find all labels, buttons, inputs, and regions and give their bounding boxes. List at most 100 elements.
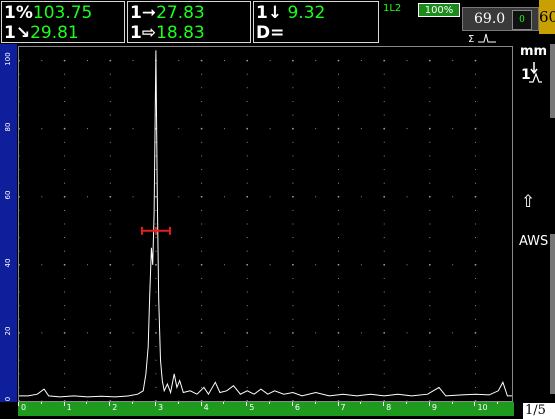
grid-dot	[337, 128, 340, 130]
grid-dot	[155, 250, 157, 252]
x-tick	[246, 402, 248, 406]
grid-dot	[337, 182, 340, 184]
grid-dot	[429, 264, 431, 266]
page-indicator[interactable]: 1/5	[523, 403, 555, 419]
grid-dot	[452, 264, 454, 266]
aws-mode-label[interactable]: AWS	[519, 234, 548, 249]
grid-dot	[201, 291, 203, 293]
grid-dot	[383, 359, 385, 361]
x-tick	[428, 402, 430, 406]
grid-dot	[155, 345, 157, 348]
reading-symbol: 1➞	[130, 3, 157, 23]
grid-dot	[246, 237, 248, 239]
gain-control[interactable]: 69.0 0	[462, 7, 539, 31]
grid-dot	[109, 237, 111, 239]
x-tick	[291, 402, 293, 406]
grid-dot	[246, 332, 248, 334]
gain-step-box[interactable]: 60	[539, 0, 555, 34]
x-minor-tick	[406, 402, 407, 404]
grid-dot	[201, 73, 203, 75]
x-tick-label: 1	[66, 403, 72, 412]
grid-dot	[223, 196, 225, 198]
grid-dot	[292, 318, 294, 320]
grid-dot	[292, 182, 294, 184]
grid-dot	[474, 60, 477, 62]
grid-dot	[474, 155, 477, 157]
grid-dot	[64, 373, 66, 375]
grid-dot	[337, 291, 340, 293]
grid-dot	[64, 60, 66, 62]
grid-dot	[64, 332, 66, 334]
grid-dot	[292, 100, 294, 103]
grid-dot	[109, 168, 111, 171]
grid-dot	[19, 168, 20, 171]
reading-box-2: 1➞27.83 1⇨18.83	[127, 1, 251, 43]
reading-d: D=	[256, 23, 284, 43]
grid-dot	[201, 345, 203, 348]
grid-dot	[246, 60, 248, 62]
probe-depth-icon[interactable]: 1	[521, 60, 543, 92]
reading-depth: 1↓ 9.32	[256, 3, 325, 23]
grid-dot	[201, 87, 203, 89]
grid-dot	[132, 400, 134, 401]
grid-dot	[109, 318, 111, 320]
grid-dot	[337, 318, 340, 320]
grid-dot	[315, 196, 317, 198]
gain-step-value: 60	[539, 8, 555, 26]
reading-symbol: 1↓	[256, 3, 283, 23]
grid-dot	[474, 359, 477, 361]
grid-dot	[19, 291, 20, 293]
grid-dot	[109, 100, 111, 103]
x-tick-label: 4	[203, 403, 209, 412]
grid-dot	[383, 128, 385, 130]
grid-dot	[474, 87, 477, 89]
grid-dot	[19, 209, 20, 211]
up-arrow-icon[interactable]: ⇧	[521, 192, 535, 212]
grid-dot	[383, 386, 385, 388]
grid-dot	[19, 155, 20, 157]
grid-dot	[246, 291, 248, 293]
a-scan-display[interactable]	[18, 46, 513, 402]
grid-dot	[155, 155, 157, 157]
grid-dot	[64, 223, 66, 225]
grid-dot	[201, 359, 203, 361]
grid-dot	[383, 373, 385, 375]
grid-dot	[246, 87, 248, 89]
grid-dot	[292, 305, 294, 307]
grid-dot	[64, 114, 66, 116]
grid-dot	[360, 264, 362, 266]
grid-dot	[201, 168, 203, 171]
grid-dot	[383, 209, 385, 211]
grid-dot	[155, 209, 157, 211]
grid-dot	[109, 250, 111, 252]
grid-dot	[19, 277, 20, 280]
grid-dot	[292, 291, 294, 293]
grid-dot	[246, 168, 248, 171]
grid-dot	[383, 196, 385, 198]
grid-dot	[383, 318, 385, 320]
grid-dot	[155, 373, 157, 375]
x-tick-label: 10	[477, 403, 488, 412]
reading-label: D=	[256, 23, 285, 43]
grid-dot	[360, 196, 362, 198]
grid-dot	[109, 141, 111, 143]
grid-dot	[109, 73, 111, 75]
grid-dot	[155, 277, 157, 280]
grid-dot	[155, 182, 157, 184]
grid-dot	[429, 291, 431, 293]
grid-dot	[269, 400, 271, 401]
grid-dot	[19, 359, 20, 361]
grid-dot	[292, 87, 294, 89]
grid-dot	[64, 141, 66, 143]
grid-dot	[19, 223, 20, 225]
grid-dot	[246, 114, 248, 116]
grid-dot	[64, 196, 66, 198]
amplitude-axis: 100 80 60 40 20 0	[0, 44, 17, 402]
grid-dot	[337, 264, 340, 266]
echo-trace	[19, 50, 512, 398]
grid-dot	[155, 291, 157, 293]
grid-dot	[41, 128, 43, 130]
grid-dot	[269, 332, 271, 334]
x-minor-tick	[86, 402, 88, 404]
grid-dot	[246, 209, 248, 211]
